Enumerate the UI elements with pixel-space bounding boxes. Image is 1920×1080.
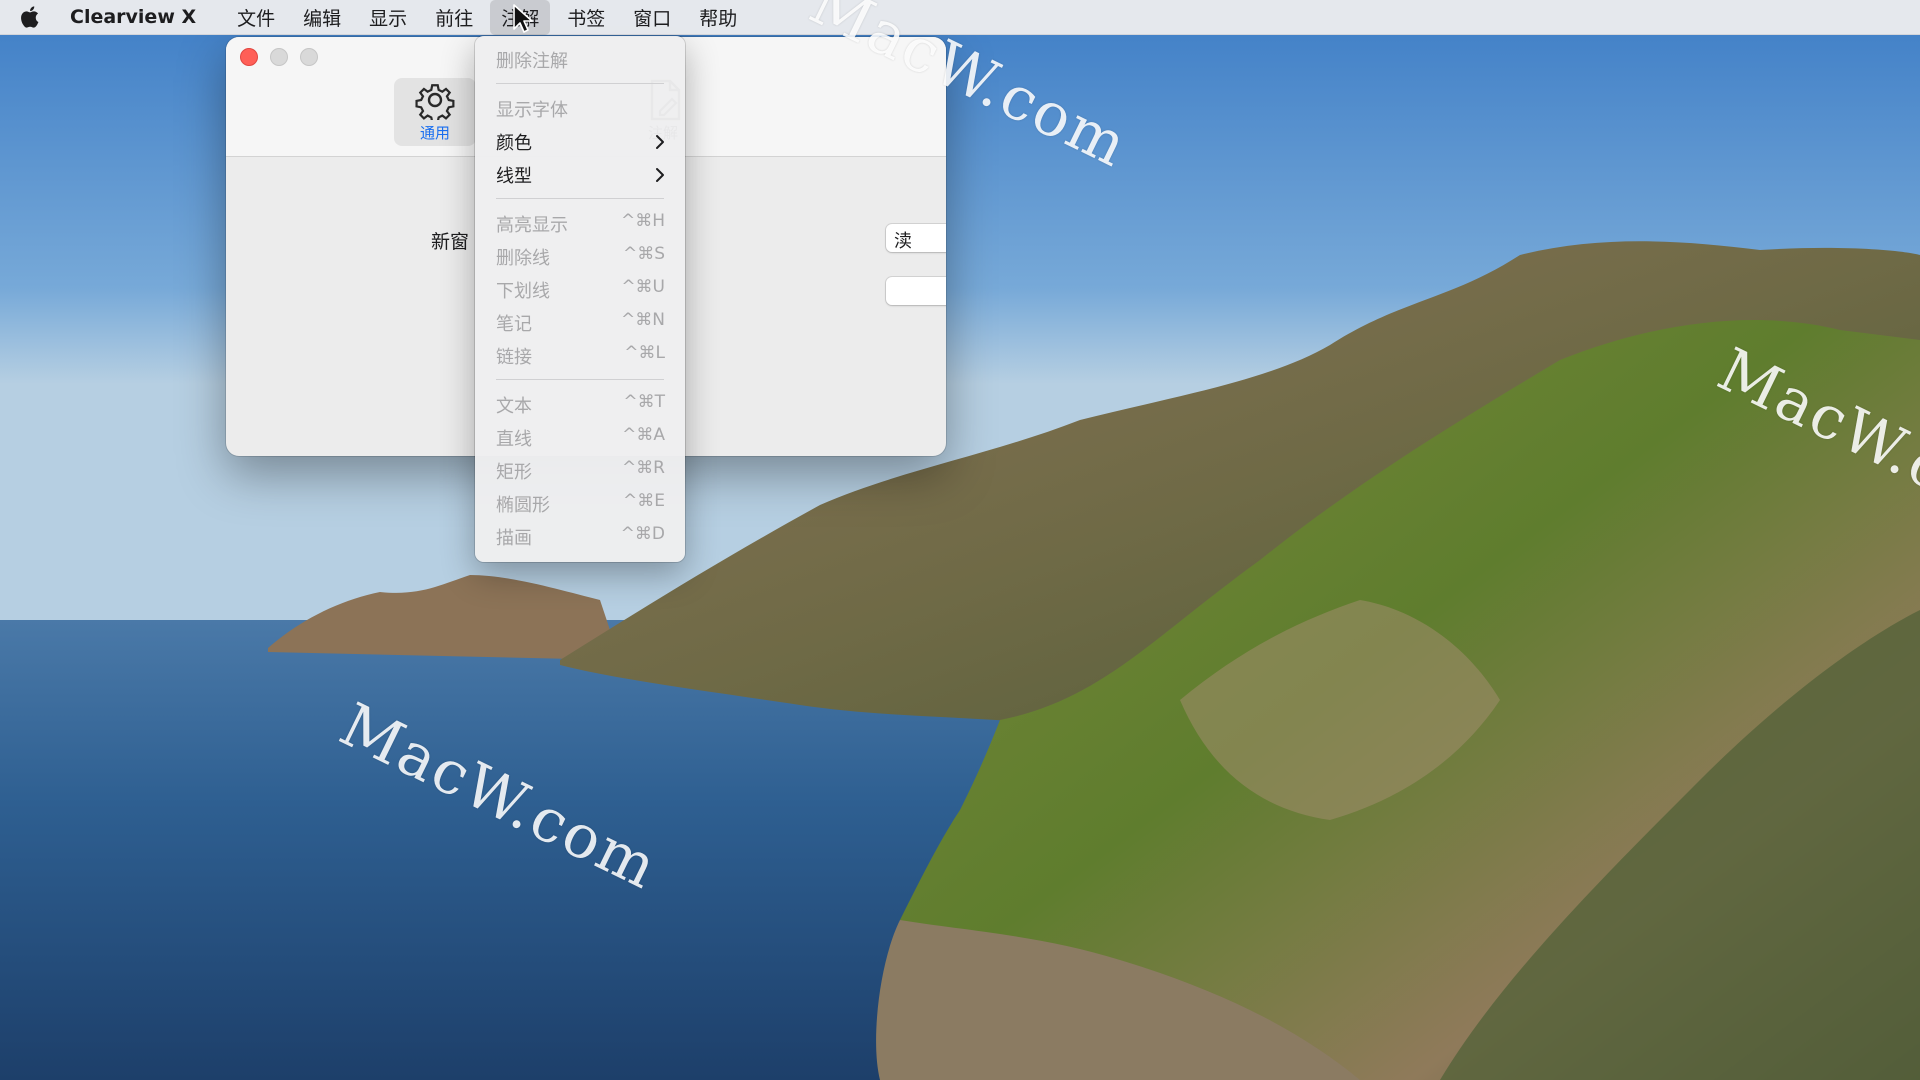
menu-item-label: 颜色 bbox=[496, 133, 532, 154]
menu-item-shortcut: ^⌘N bbox=[621, 310, 665, 330]
new-window-label: 新窗 bbox=[431, 231, 470, 253]
new-window-popup[interactable]: 渎 bbox=[886, 224, 946, 252]
menu-item-label: 文本 bbox=[496, 396, 532, 417]
menu-item-shortcut: ^⌘L bbox=[624, 343, 665, 363]
menu-item-draw[interactable]: 描画 ^⌘D bbox=[475, 521, 685, 551]
menu-item-color[interactable]: 颜色 bbox=[475, 126, 685, 156]
menu-item-label: 直线 bbox=[496, 429, 532, 450]
menu-item-label: 删除注解 bbox=[496, 51, 568, 72]
menu-item-shortcut: ^⌘R bbox=[621, 458, 665, 478]
menu-separator bbox=[496, 379, 664, 380]
menu-item-label: 高亮显示 bbox=[496, 215, 568, 236]
second-popup[interactable] bbox=[886, 277, 946, 305]
menu-item-label: 链接 bbox=[496, 347, 532, 368]
menu-item-link[interactable]: 链接 ^⌘L bbox=[475, 340, 685, 370]
menu-item-label: 笔记 bbox=[496, 314, 532, 335]
menu-item-label: 椭圆形 bbox=[496, 495, 550, 516]
menu-item-label: 删除线 bbox=[496, 248, 550, 269]
menu-item-text[interactable]: 文本 ^⌘T bbox=[475, 389, 685, 419]
menu-item-strikethrough[interactable]: 删除线 ^⌘S bbox=[475, 241, 685, 271]
menu-item-note[interactable]: 笔记 ^⌘N bbox=[475, 307, 685, 337]
menu-item-shortcut: ^⌘H bbox=[620, 211, 665, 231]
tab-general-label: 通用 bbox=[419, 124, 450, 142]
menu-bookmarks[interactable]: 书签 bbox=[556, 0, 616, 35]
chevron-right-icon bbox=[656, 135, 664, 149]
minimize-button[interactable] bbox=[270, 48, 288, 66]
menu-item-shortcut: ^⌘E bbox=[623, 491, 665, 511]
menu-go[interactable]: 前往 bbox=[424, 0, 484, 35]
menu-item-label: 矩形 bbox=[496, 462, 532, 483]
menu-item-label: 线型 bbox=[496, 166, 532, 187]
menu-item-label: 描画 bbox=[496, 528, 532, 549]
menu-item-highlight[interactable]: 高亮显示 ^⌘H bbox=[475, 208, 685, 238]
menu-window[interactable]: 窗口 bbox=[622, 0, 682, 35]
menu-file[interactable]: 文件 bbox=[226, 0, 286, 35]
tab-general[interactable]: 通用 bbox=[394, 78, 476, 146]
annotations-menu: 删除注解 显示字体 颜色 线型 高亮显示 ^⌘H 删除线 ^⌘S 下划线 ^⌘U… bbox=[475, 36, 685, 562]
menu-item-line-style[interactable]: 线型 bbox=[475, 159, 685, 189]
menu-item-label: 下划线 bbox=[496, 281, 550, 302]
menu-view[interactable]: 显示 bbox=[358, 0, 418, 35]
menu-item-label: 显示字体 bbox=[496, 100, 568, 121]
chevron-right-icon bbox=[656, 168, 664, 182]
mouse-cursor-icon bbox=[513, 4, 533, 33]
menu-separator bbox=[496, 83, 664, 84]
close-button[interactable] bbox=[240, 48, 258, 66]
menu-help[interactable]: 帮助 bbox=[688, 0, 748, 35]
popup-value: 渎 bbox=[894, 231, 912, 252]
menu-item-shortcut: ^⌘S bbox=[622, 244, 665, 264]
menu-item-shortcut: ^⌘D bbox=[620, 524, 665, 544]
menu-bar: Clearview X 文件 编辑 显示 前往 注解 书签 窗口 帮助 bbox=[0, 0, 1920, 35]
menu-item-rectangle[interactable]: 矩形 ^⌘R bbox=[475, 455, 685, 485]
app-name-menu[interactable]: Clearview X bbox=[70, 6, 196, 28]
menu-item-ellipse[interactable]: 椭圆形 ^⌘E bbox=[475, 488, 685, 518]
gear-icon bbox=[415, 84, 455, 120]
menu-item-shortcut: ^⌘T bbox=[623, 392, 665, 412]
menu-item-delete-annotation[interactable]: 删除注解 bbox=[475, 44, 685, 74]
menu-item-underline[interactable]: 下划线 ^⌘U bbox=[475, 274, 685, 304]
menu-item-line[interactable]: 直线 ^⌘A bbox=[475, 422, 685, 452]
menu-separator bbox=[496, 198, 664, 199]
menu-edit[interactable]: 编辑 bbox=[292, 0, 352, 35]
apple-logo-icon[interactable] bbox=[18, 4, 44, 30]
zoom-button[interactable] bbox=[300, 48, 318, 66]
menu-item-shortcut: ^⌘A bbox=[622, 425, 665, 445]
menu-item-shortcut: ^⌘U bbox=[621, 277, 665, 297]
menu-item-show-fonts[interactable]: 显示字体 bbox=[475, 93, 685, 123]
